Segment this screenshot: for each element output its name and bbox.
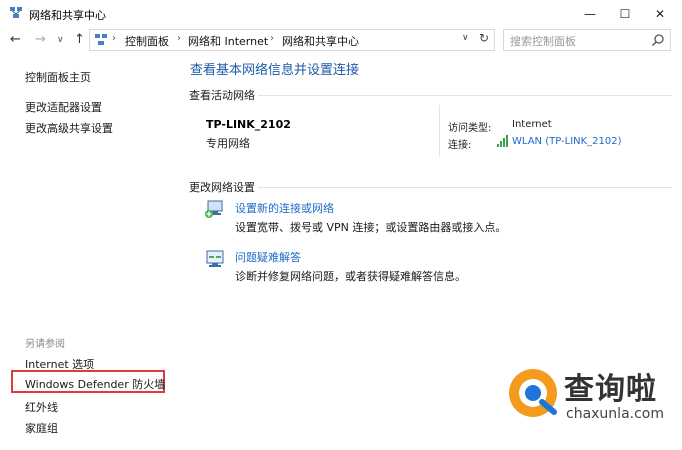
address-bar[interactable]: › 控制面板 › 网络和 Internet › 网络和共享中心 ∨ ↻ [89, 29, 495, 51]
change-network-settings-label: 更改网络设置 [189, 181, 255, 194]
setup-new-connection-description: 设置宽带、拨号或 VPN 连接；或设置路由器或接入点。 [235, 221, 507, 234]
vertical-divider [439, 105, 440, 157]
back-button[interactable]: ← [10, 31, 21, 49]
breadcrumb-network-sharing-center[interactable]: 网络和共享中心 [282, 33, 359, 49]
breadcrumb-separator: › [177, 33, 181, 44]
breadcrumb-network-internet[interactable]: 网络和 Internet [188, 33, 268, 49]
breadcrumb-separator: › [270, 33, 274, 44]
change-adapter-settings-link[interactable]: 更改适配器设置 [25, 99, 102, 115]
watermark-text: 查询啦 [564, 372, 657, 407]
forward-button[interactable]: → [35, 31, 46, 49]
troubleshoot-problems-link[interactable]: 问题疑难解答 [235, 249, 301, 265]
section-divider [258, 95, 672, 96]
window-title: 网络和共享中心 [29, 9, 106, 22]
homegroup-link[interactable]: 家庭组 [25, 420, 58, 436]
breadcrumb-control-panel[interactable]: 控制面板 [125, 33, 169, 49]
access-type-label: 访问类型: [448, 123, 492, 134]
connection-label: 连接: [448, 140, 472, 151]
network-type: 专用网络 [206, 137, 250, 150]
network-name: TP-LINK_2102 [206, 118, 291, 131]
troubleshoot-icon [206, 250, 224, 267]
breadcrumb-separator: › [112, 33, 116, 44]
watermark: 查询啦 chaxunla.com [500, 362, 680, 432]
left-navigation-pane: 控制面板主页 更改适配器设置 更改高级共享设置 另请参阅 Internet 选项… [0, 55, 180, 450]
title-bar: 网络和共享中心 — ☐ ✕ [0, 0, 682, 27]
change-advanced-sharing-link[interactable]: 更改高级共享设置 [25, 120, 113, 136]
watermark-url: chaxunla.com [566, 406, 664, 422]
chaxunla-logo-icon [509, 369, 557, 417]
control-panel-icon [95, 34, 107, 45]
minimize-button[interactable]: — [572, 0, 608, 27]
up-button[interactable]: ↑ [74, 31, 85, 49]
access-type-value: Internet [512, 119, 552, 130]
navigation-bar: ← → ∨ ↑ › 控制面板 › 网络和 Internet › 网络和共享中心 … [0, 28, 682, 52]
page-title: 查看基本网络信息并设置连接 [190, 63, 360, 78]
search-input[interactable]: 搜索控制面板 [510, 33, 576, 49]
control-panel-home-link[interactable]: 控制面板主页 [25, 69, 91, 85]
active-networks-label: 查看活动网络 [189, 89, 255, 102]
connection-wlan-link[interactable]: WLAN (TP-LINK_2102) [512, 136, 622, 147]
setup-new-connection-link[interactable]: 设置新的连接或网络 [235, 200, 334, 216]
close-button[interactable]: ✕ [642, 0, 678, 27]
windows-defender-firewall-link[interactable]: Windows Defender 防火墙 [25, 376, 165, 392]
search-box[interactable]: 搜索控制面板 [503, 29, 671, 51]
recent-locations-button[interactable]: ∨ [57, 31, 64, 49]
infrared-link[interactable]: 红外线 [25, 399, 58, 415]
section-divider [258, 187, 672, 188]
maximize-button[interactable]: ☐ [607, 0, 643, 27]
troubleshoot-description: 诊断并修复网络问题，或者获得疑难解答信息。 [235, 270, 466, 283]
see-also-heading: 另请参阅 [25, 339, 65, 350]
new-connection-icon [205, 200, 223, 218]
wifi-signal-icon [497, 135, 508, 147]
refresh-button[interactable]: ↻ [479, 31, 489, 45]
address-dropdown-button[interactable]: ∨ [462, 33, 469, 43]
network-center-icon [10, 7, 22, 18]
search-icon[interactable] [651, 33, 665, 47]
